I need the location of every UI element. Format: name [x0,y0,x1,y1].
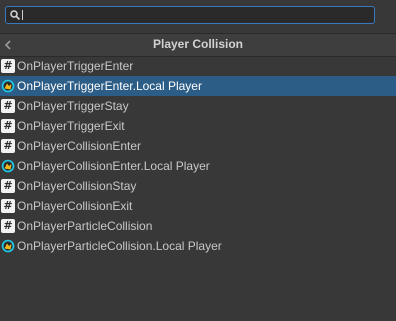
list-item-label: OnPlayerParticleCollision.Local Player [17,239,222,253]
list-item[interactable]: OnPlayerTriggerEnter.Local Player [0,76,396,96]
event-list: # OnPlayerTriggerEnter OnPlayerTriggerEn… [0,56,396,256]
list-item-label: OnPlayerTriggerEnter [17,59,134,73]
list-item-label: OnPlayerTriggerStay [17,99,129,113]
list-item[interactable]: OnPlayerCollisionEnter.Local Player [0,156,396,176]
hash-icon: # [1,119,15,133]
list-item[interactable]: # OnPlayerCollisionEnter [0,136,396,156]
list-item-label: OnPlayerCollisionExit [17,199,133,213]
hash-icon: # [1,219,15,233]
local-player-event-icon [1,159,15,173]
search-row [0,0,396,30]
list-item-label: OnPlayerTriggerEnter.Local Player [17,79,202,93]
list-item[interactable]: # OnPlayerCollisionExit [0,196,396,216]
hash-icon: # [1,139,15,153]
list-item-label: OnPlayerCollisionEnter [17,139,142,153]
search-icon [10,10,21,21]
list-item[interactable]: OnPlayerParticleCollision.Local Player [0,236,396,256]
hash-icon: # [1,59,15,73]
list-item-label: OnPlayerCollisionEnter.Local Player [17,159,210,173]
list-item[interactable]: # OnPlayerTriggerEnter [0,56,396,76]
list-item[interactable]: # OnPlayerTriggerExit [0,116,396,136]
hash-icon: # [1,179,15,193]
search-input[interactable] [24,7,364,23]
list-item-label: OnPlayerTriggerExit [17,119,125,133]
hash-icon: # [1,199,15,213]
list-item-label: OnPlayerParticleCollision [17,219,153,233]
local-player-event-icon [1,239,15,253]
local-player-event-icon [1,79,15,93]
search-box[interactable] [5,6,375,24]
list-item[interactable]: # OnPlayerCollisionStay [0,176,396,196]
category-header: Player Collision [0,33,396,57]
hash-icon: # [1,99,15,113]
category-title: Player Collision [152,37,244,51]
list-item[interactable]: # OnPlayerParticleCollision [0,216,396,236]
list-item[interactable]: # OnPlayerTriggerStay [0,96,396,116]
list-item-label: OnPlayerCollisionStay [17,179,137,193]
text-caret [22,10,23,20]
node-search-panel: Player Collision # OnPlayerTriggerEnter … [0,0,396,321]
